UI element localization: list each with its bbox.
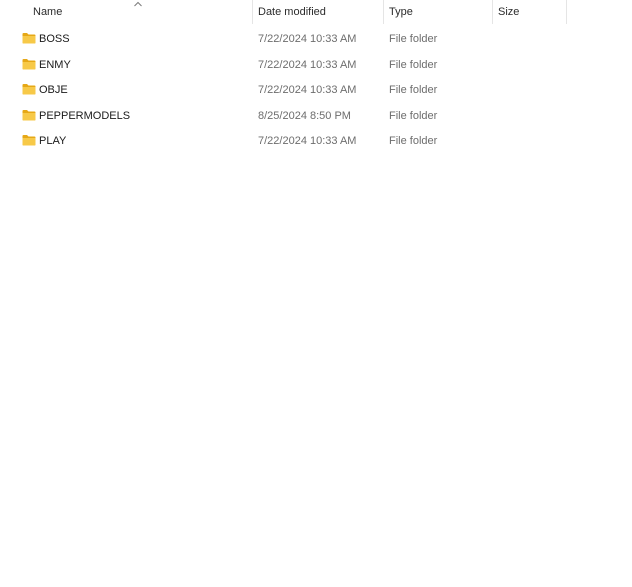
file-name: OBJE — [39, 84, 68, 96]
file-size — [498, 104, 564, 130]
file-date-modified: 7/22/2024 10:33 AM — [258, 33, 357, 45]
folder-icon — [22, 84, 36, 95]
column-header-row: Name Date modified Type Size — [0, 0, 632, 24]
folder-icon — [22, 33, 36, 44]
file-name: PLAY — [39, 135, 67, 147]
file-row-obje[interactable]: OBJE 7/22/2024 10:33 AM File folder — [0, 78, 632, 104]
file-type: File folder — [389, 109, 438, 122]
file-name: BOSS — [39, 33, 70, 45]
file-date-modified: 8/25/2024 8:50 PM — [258, 109, 351, 122]
column-header-name[interactable]: Name — [0, 0, 252, 24]
file-date-modified: 7/22/2024 10:33 AM — [258, 84, 357, 96]
file-size — [498, 53, 564, 79]
file-row-play[interactable]: PLAY 7/22/2024 10:33 AM File folder — [0, 129, 632, 155]
file-size — [498, 78, 564, 104]
folder-icon — [22, 58, 36, 69]
file-type: File folder — [389, 84, 438, 96]
file-rows: BOSS 7/22/2024 10:33 AM File folder ENMY… — [0, 27, 632, 155]
file-list-view[interactable]: Name Date modified Type Size BOSS 7/22/2… — [0, 0, 632, 587]
file-size — [498, 129, 564, 155]
file-type: File folder — [389, 135, 438, 147]
column-header-date-modified[interactable]: Date modified — [252, 0, 383, 24]
folder-icon — [22, 135, 36, 146]
file-type: File folder — [389, 58, 438, 71]
chevron-up-icon — [134, 1, 142, 7]
file-type: File folder — [389, 33, 438, 45]
file-name: PEPPERMODELS — [39, 109, 131, 122]
column-header-size[interactable]: Size — [492, 0, 566, 24]
column-divider[interactable] — [566, 0, 567, 24]
file-date-modified: 7/22/2024 10:33 AM — [258, 135, 357, 147]
column-header-type[interactable]: Type — [383, 0, 492, 24]
file-row-enmy[interactable]: ENMY 7/22/2024 10:33 AM File folder — [0, 53, 632, 79]
file-date-modified: 7/22/2024 10:33 AM — [258, 58, 357, 71]
file-name: ENMY — [39, 58, 71, 71]
file-row-peppermodels[interactable]: PEPPERMODELS 8/25/2024 8:50 PM File fold… — [0, 104, 632, 130]
file-row-boss[interactable]: BOSS 7/22/2024 10:33 AM File folder — [0, 27, 632, 53]
file-size — [498, 27, 564, 53]
folder-icon — [22, 109, 36, 120]
